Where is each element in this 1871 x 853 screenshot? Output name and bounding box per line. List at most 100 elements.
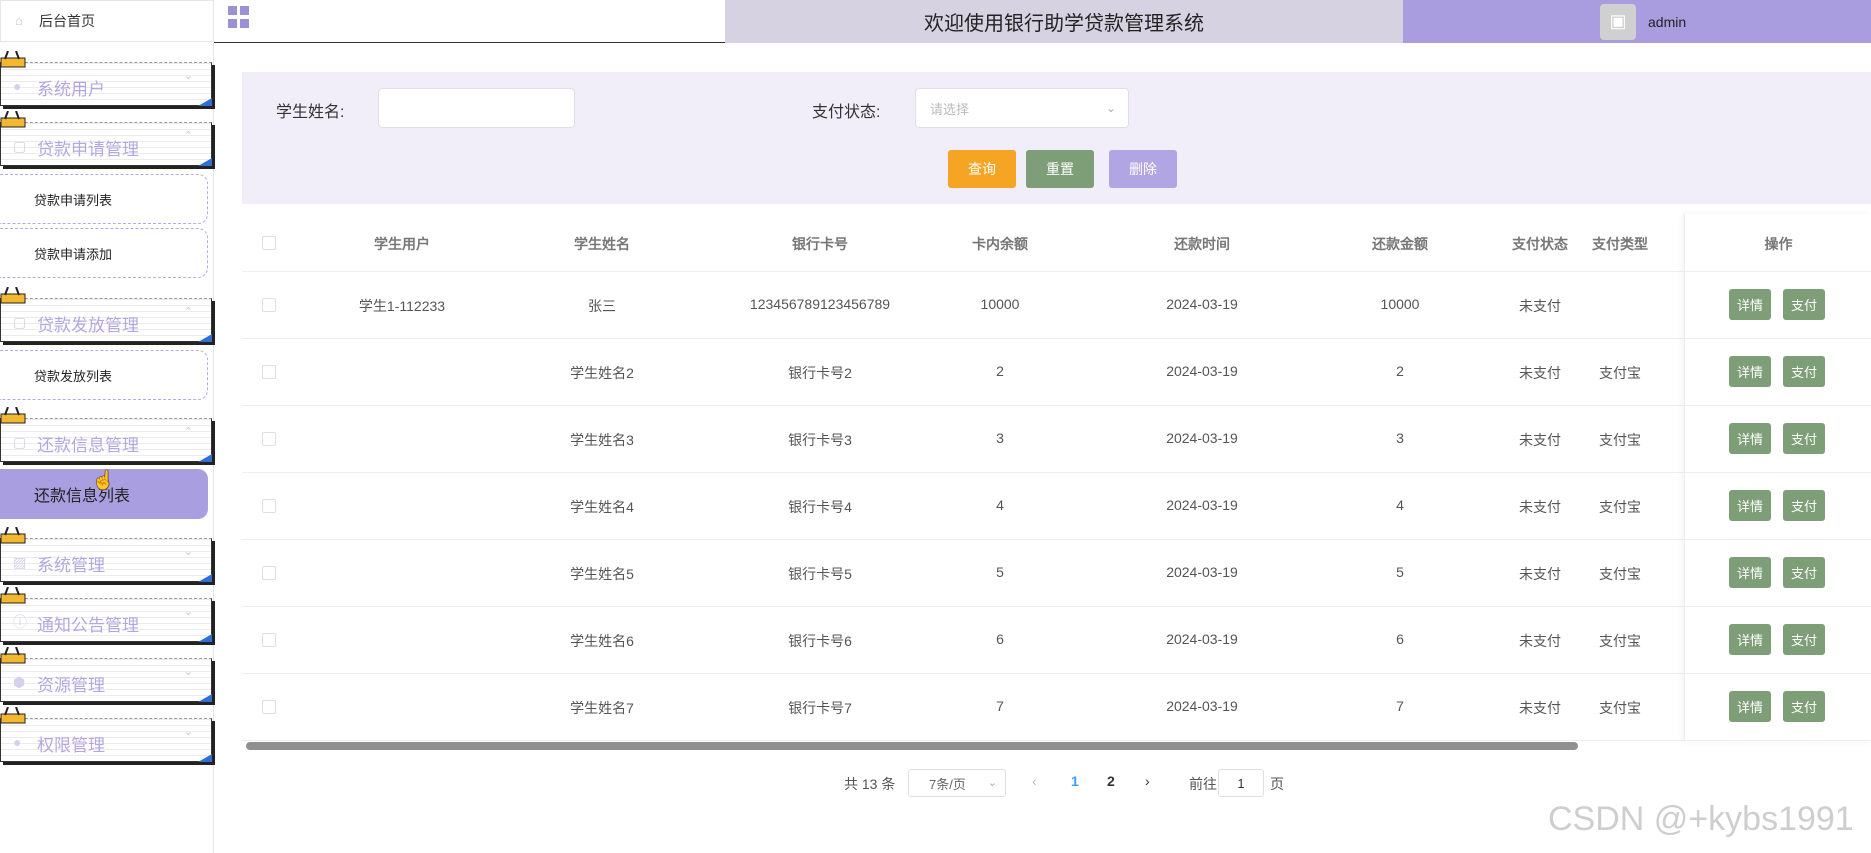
- col-header: 还款时间: [1174, 236, 1230, 252]
- total-count: 共 13 条: [844, 776, 896, 792]
- row-checkbox[interactable]: [262, 700, 276, 714]
- page-size-select[interactable]: 7条/页 ⌄: [908, 769, 1006, 797]
- table-cell: 2024-03-19: [1166, 363, 1238, 379]
- sidebar-group-loan-issue[interactable]: ▢ 贷款发放管理 ⌃: [0, 287, 212, 342]
- group-label: 权限管理: [37, 736, 105, 755]
- avatar-image-icon: ▣: [1600, 3, 1636, 40]
- table-row: 学生姓名2 银行卡号2 2 2024-03-19 2 未支付 支付宝: [242, 339, 1871, 406]
- table-row: 学生姓名6 银行卡号6 6 2024-03-19 6 未支付 支付宝: [242, 607, 1871, 674]
- sidebar-item-home[interactable]: ⌂ 后台首页: [0, 0, 214, 42]
- doc-icon: ▢: [13, 314, 27, 330]
- table-cell: 10000: [980, 296, 1020, 312]
- chevron-down-icon: ⌄: [183, 546, 193, 558]
- table-cell: 2024-03-19: [1166, 631, 1238, 647]
- table-cell: 2024-03-19: [1166, 430, 1238, 446]
- group-label: 通知公告管理: [37, 616, 139, 635]
- pay-status-select[interactable]: 请选择 ⌄: [915, 88, 1129, 128]
- horizontal-scrollbar[interactable]: [246, 742, 1578, 750]
- page-size-value: 7条/页: [929, 776, 966, 792]
- info-icon: ⓘ: [13, 614, 27, 630]
- col-header: 支付类型: [1592, 236, 1648, 252]
- table-cell: 5: [996, 564, 1004, 580]
- sidebar-group-loan-apply[interactable]: ▢ 贷款申请管理 ⌃: [0, 111, 212, 166]
- table-cell: 学生姓名4: [570, 499, 634, 515]
- table-cell: 支付宝: [1599, 633, 1641, 649]
- detail-button[interactable]: 详情: [1729, 624, 1771, 655]
- row-checkbox[interactable]: [262, 499, 276, 513]
- operation-column: 操作 详情 支付 详情 支付 详情 支付 详情 支付 详情 支付 详情 支付 详情 支付: [1684, 214, 1871, 742]
- sidebar-group-system-users[interactable]: ● 系统用户 ⌄: [0, 51, 212, 106]
- sidebar-item-loan-issue-list[interactable]: 贷款发放列表: [0, 350, 208, 400]
- sidebar-group-permission[interactable]: ● 权限管理 ⌄: [0, 707, 212, 762]
- pay-button[interactable]: 支付: [1783, 557, 1825, 588]
- pay-button[interactable]: 支付: [1783, 423, 1825, 454]
- table-cell: 银行卡号2: [788, 365, 852, 381]
- sidebar-group-resource[interactable]: ⬢ 资源管理 ⌄: [0, 647, 212, 702]
- row-checkbox[interactable]: [262, 365, 276, 379]
- pay-status-placeholder: 请选择: [930, 101, 970, 117]
- pay-button[interactable]: 支付: [1783, 490, 1825, 521]
- detail-button[interactable]: 详情: [1729, 557, 1771, 588]
- detail-button[interactable]: 详情: [1729, 289, 1771, 320]
- table-cell: 7: [1396, 698, 1404, 714]
- col-header: 还款金额: [1372, 236, 1428, 252]
- row-checkbox[interactable]: [262, 298, 276, 312]
- page-2[interactable]: 2: [1107, 773, 1115, 789]
- detail-button[interactable]: 详情: [1729, 356, 1771, 387]
- group-label: 系统管理: [37, 556, 105, 575]
- query-button[interactable]: 查询: [948, 150, 1016, 188]
- sidebar-group-repay[interactable]: ▢ 还款信息管理 ⌃: [0, 407, 212, 462]
- chevron-up-icon: ⌃: [183, 130, 193, 142]
- row-checkbox[interactable]: [262, 566, 276, 580]
- select-all-checkbox[interactable]: [262, 236, 276, 250]
- col-header: 支付状态: [1512, 236, 1568, 252]
- prev-page-icon[interactable]: ‹: [1032, 773, 1037, 789]
- sub-label: 贷款申请列表: [34, 192, 113, 208]
- pay-button[interactable]: 支付: [1783, 624, 1825, 655]
- chevron-down-icon: ⌄: [183, 726, 193, 738]
- sidebar-group-notice[interactable]: ⓘ 通知公告管理 ⌄: [0, 587, 212, 642]
- top-bar: 欢迎使用银行助学贷款管理系统 ▣ admin: [214, 0, 1871, 43]
- detail-button[interactable]: 详情: [1729, 490, 1771, 521]
- detail-button[interactable]: 详情: [1729, 691, 1771, 722]
- page-1[interactable]: 1: [1071, 773, 1079, 789]
- table-cell: 2024-03-19: [1166, 698, 1238, 714]
- table-cell: 支付宝: [1599, 499, 1641, 515]
- user-menu[interactable]: ▣ admin: [1403, 0, 1871, 43]
- binder-clip-icon: [0, 587, 26, 604]
- corner-fold: [198, 334, 212, 342]
- binder-clip-icon: [0, 527, 26, 544]
- table-cell: 2024-03-19: [1166, 564, 1238, 580]
- data-table: 学生用户 学生姓名 银行卡号 卡内余额 还款时间 还款金额 支付状态 支付类型 …: [242, 214, 1871, 742]
- table-cell: 2024-03-19: [1166, 497, 1238, 513]
- goto-page-input[interactable]: 1: [1218, 769, 1264, 797]
- table-row: 学生姓名4 银行卡号4 4 2024-03-19 4 未支付 支付宝: [242, 473, 1871, 540]
- menu-grid-icon[interactable]: [228, 6, 250, 28]
- pay-button[interactable]: 支付: [1783, 356, 1825, 387]
- detail-button[interactable]: 详情: [1729, 423, 1771, 454]
- next-page-icon[interactable]: ›: [1145, 773, 1150, 789]
- mouse-cursor-icon: ☝: [92, 470, 115, 490]
- col-header: 银行卡号: [792, 236, 848, 252]
- chevron-down-icon: ⌄: [987, 777, 997, 789]
- delete-button[interactable]: 删除: [1109, 150, 1177, 188]
- reset-button[interactable]: 重置: [1026, 150, 1094, 188]
- row-checkbox[interactable]: [262, 432, 276, 446]
- chevron-down-icon: ⌄: [1105, 101, 1116, 115]
- pay-button[interactable]: 支付: [1783, 289, 1825, 320]
- sidebar-item-loan-apply-add[interactable]: 贷款申请添加: [0, 228, 208, 278]
- sub-label: 贷款申请添加: [34, 246, 113, 262]
- watermark: CSDN @+kybs1991: [1548, 800, 1854, 838]
- sidebar-item-loan-apply-list[interactable]: 贷款申请列表: [0, 174, 208, 224]
- sidebar-group-system[interactable]: ▨ 系统管理 ⌄: [0, 527, 212, 582]
- table-cell: 123456789123456789: [749, 296, 891, 312]
- student-name-input[interactable]: [378, 88, 575, 128]
- pay-button[interactable]: 支付: [1783, 691, 1825, 722]
- table-cell: 3: [1396, 430, 1404, 446]
- image-icon: ▨: [13, 554, 27, 570]
- corner-fold: [198, 754, 212, 762]
- username: admin: [1648, 13, 1687, 30]
- group-label: 贷款发放管理: [37, 316, 139, 335]
- row-checkbox[interactable]: [262, 633, 276, 647]
- table-cell: 2: [1396, 363, 1404, 379]
